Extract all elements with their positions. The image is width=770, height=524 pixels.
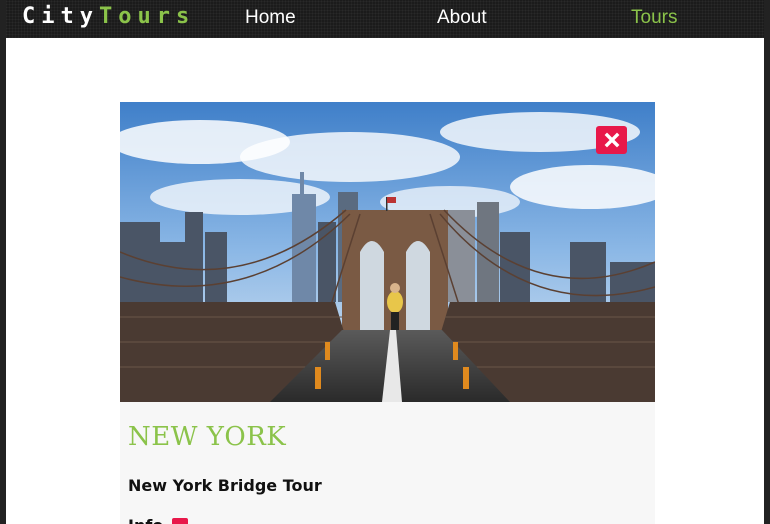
city-name: NEW YORK [128, 422, 287, 452]
info-label: Info [128, 516, 163, 524]
nav-link-tours[interactable]: Tours [631, 6, 677, 30]
navbar: CityTours Home About Tours [0, 0, 770, 38]
logo-city: City [22, 4, 99, 29]
close-icon [604, 132, 619, 148]
info-toggle-button[interactable] [172, 518, 188, 524]
brooklyn-bridge-photo [120, 102, 655, 402]
tour-title: New York Bridge Tour [128, 476, 322, 495]
close-button[interactable] [596, 126, 627, 154]
logo-tours: Tours [98, 4, 196, 29]
nav-link-home[interactable]: Home [245, 6, 296, 30]
nav-link-about[interactable]: About [437, 6, 487, 30]
logo[interactable]: CityTours [22, 4, 195, 30]
tour-card: NEW YORK New York Bridge Tour Info [120, 102, 655, 524]
tour-photo [120, 102, 655, 402]
